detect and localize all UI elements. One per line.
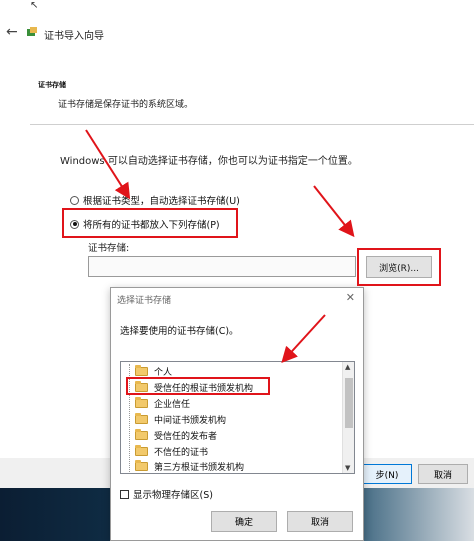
show-physical-label: 显示物理存储区(S) xyxy=(133,490,213,501)
radio-auto-select[interactable]: 根据证书类型，自动选择证书存储(U) xyxy=(70,193,240,207)
dialog-prompt: 选择要使用的证书存储(C)。 xyxy=(120,326,239,337)
cancel-button[interactable]: 取消 xyxy=(418,464,468,484)
folder-icon xyxy=(135,397,148,408)
dialog-title: 选择证书存储 xyxy=(117,296,172,306)
close-icon[interactable]: ✕ xyxy=(346,291,355,304)
tree-item-label: 中间证书颁发机构 xyxy=(154,416,227,426)
back-arrow-icon[interactable]: ← xyxy=(6,24,18,40)
highlight-box-radio xyxy=(62,208,238,238)
store-input[interactable] xyxy=(88,256,356,277)
dialog-cancel-button[interactable]: 取消 xyxy=(287,511,353,532)
folder-icon xyxy=(135,365,148,376)
ok-button[interactable]: 确定 xyxy=(211,511,277,532)
store-label: 证书存储: xyxy=(88,243,130,254)
highlight-box-tree-item xyxy=(126,377,270,395)
scroll-up-icon[interactable]: ▲ xyxy=(345,363,350,371)
tree-item[interactable]: 不信任的证书 xyxy=(135,444,208,459)
folder-icon xyxy=(135,429,148,440)
tree-item-label: 不信任的证书 xyxy=(154,448,209,458)
radio-button[interactable] xyxy=(70,195,79,205)
mouse-cursor-icon: ↖ xyxy=(30,0,39,11)
tree-item[interactable]: 中间证书颁发机构 xyxy=(135,412,226,427)
scroll-down-icon[interactable]: ▼ xyxy=(345,464,350,472)
tree-item-label: 企业信任 xyxy=(154,400,191,410)
tree-item-label: 第三方根证书颁发机构 xyxy=(154,463,245,473)
divider xyxy=(30,124,474,125)
tree-item-label: 受信任的发布者 xyxy=(154,432,218,442)
radio-auto-label: 根据证书类型，自动选择证书存储(U) xyxy=(83,196,240,207)
tree-item[interactable]: 第三方根证书颁发机构 xyxy=(135,459,245,473)
next-button[interactable]: 步(N) xyxy=(362,464,412,484)
checkbox[interactable] xyxy=(120,489,129,499)
folder-icon xyxy=(135,445,148,456)
show-physical-checkbox[interactable]: 显示物理存储区(S) xyxy=(120,487,213,501)
intro-text: Windows 可以自动选择证书存储，你也可以为证书指定一个位置。 xyxy=(60,156,358,167)
wizard-header: ↖ ← 证书导入向导 xyxy=(0,0,474,72)
section-title: 证书存储 xyxy=(38,81,66,89)
tree-scrollbar[interactable]: ▲ ▼ xyxy=(342,362,354,473)
tree-item[interactable]: 受信任的发布者 xyxy=(135,428,217,443)
scroll-thumb[interactable] xyxy=(345,378,353,428)
select-store-dialog: 选择证书存储 ✕ 选择要使用的证书存储(C)。 个人 受信任的根证书颁发机构 企… xyxy=(110,287,364,541)
folder-icon xyxy=(135,460,148,471)
wizard-title: 证书导入向导 xyxy=(44,31,104,42)
highlight-box-browse xyxy=(357,248,441,286)
folder-icon xyxy=(135,413,148,424)
certificate-icon xyxy=(27,27,37,36)
tree-item[interactable]: 企业信任 xyxy=(135,396,190,411)
section-description: 证书存储是保存证书的系统区域。 xyxy=(58,100,194,110)
